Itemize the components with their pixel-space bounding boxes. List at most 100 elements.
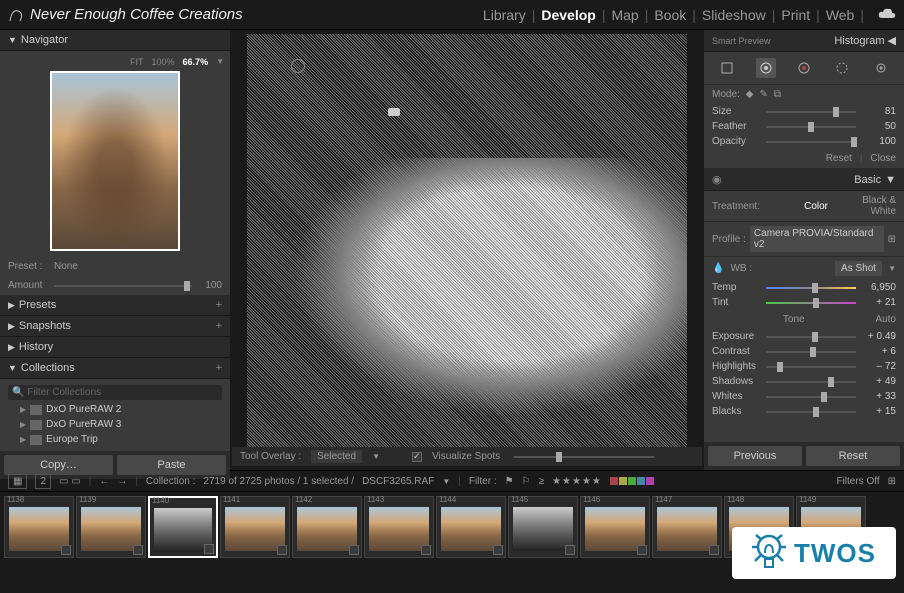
- highlights-slider[interactable]: [766, 366, 856, 368]
- zoom-fit[interactable]: FIT: [130, 57, 144, 67]
- heal-mode-icon[interactable]: ✎: [760, 89, 768, 100]
- filter-lock-icon[interactable]: ⊞: [888, 476, 896, 487]
- size-slider[interactable]: [766, 111, 856, 113]
- chevron-down-icon[interactable]: ▼: [442, 477, 450, 486]
- filmstrip-thumb[interactable]: 1141: [220, 496, 290, 558]
- filmstrip-thumb[interactable]: 1138: [4, 496, 74, 558]
- eraser-mode-icon[interactable]: ◆: [746, 89, 754, 100]
- shadows-slider[interactable]: [766, 381, 856, 383]
- treatment-color[interactable]: Color: [768, 201, 828, 212]
- mask-tool-icon[interactable]: [832, 58, 852, 78]
- paste-button[interactable]: Paste: [117, 455, 226, 475]
- treatment-bw[interactable]: Black & White: [836, 195, 896, 217]
- histogram-header[interactable]: Smart Preview Histogram ◀: [704, 30, 904, 52]
- collection-item[interactable]: ▶DxO PureRAW 2: [0, 402, 230, 417]
- cloud-sync-icon[interactable]: [878, 7, 896, 23]
- filter-collections-input[interactable]: 🔍 Filter Collections: [8, 385, 222, 400]
- amount-slider[interactable]: [54, 285, 192, 287]
- heal-spot-indicator[interactable]: [291, 59, 305, 73]
- visualize-threshold-slider[interactable]: [514, 456, 654, 458]
- left-panel: ▼ Navigator FIT 100% 66.7% ▼ Preset : No…: [0, 30, 230, 470]
- brush-reset[interactable]: Reset: [826, 153, 852, 164]
- gear-icon[interactable]: [871, 58, 891, 78]
- contrast-slider[interactable]: [766, 351, 856, 353]
- exposure-slider[interactable]: [766, 336, 856, 338]
- tint-slider[interactable]: [766, 302, 856, 304]
- copy-button[interactable]: Copy…: [4, 455, 113, 475]
- slider-value: + 49: [860, 376, 896, 387]
- filmstrip-thumb[interactable]: 1145: [508, 496, 578, 558]
- whites-slider[interactable]: [766, 396, 856, 398]
- collection-item[interactable]: ▶Europe Trip: [0, 432, 230, 447]
- source-label: Collection :: [146, 476, 195, 487]
- filmstrip-thumb[interactable]: 1142: [292, 496, 362, 558]
- snapshots-header[interactable]: ▶ Snapshots +: [0, 316, 230, 337]
- plus-icon[interactable]: +: [216, 299, 222, 311]
- history-header[interactable]: ▶ History: [0, 337, 230, 358]
- rating-filter[interactable]: ★★★★★: [552, 476, 602, 487]
- flag-pick-icon[interactable]: ⚑: [505, 476, 514, 487]
- module-map[interactable]: Map: [611, 7, 638, 23]
- temp-slider[interactable]: [766, 287, 856, 289]
- presets-header[interactable]: ▶ Presets +: [0, 295, 230, 316]
- blacks-slider[interactable]: [766, 411, 856, 413]
- plus-icon[interactable]: +: [216, 320, 222, 332]
- crop-tool-icon[interactable]: [717, 58, 737, 78]
- navigator-thumbnail[interactable]: [50, 71, 180, 251]
- filmstrip-thumb[interactable]: 1139: [76, 496, 146, 558]
- badge-icon: [709, 545, 719, 555]
- filmstrip-thumb[interactable]: 1143: [364, 496, 434, 558]
- badge-icon: [637, 545, 647, 555]
- nav-back-icon[interactable]: ←: [99, 476, 109, 487]
- amount-label: Amount: [8, 280, 48, 291]
- filmstrip-thumb[interactable]: 1144: [436, 496, 506, 558]
- plus-icon[interactable]: +: [216, 362, 222, 374]
- previous-button[interactable]: Previous: [708, 446, 802, 466]
- opacity-slider[interactable]: [766, 141, 856, 143]
- thumb-image: [585, 507, 645, 551]
- module-book[interactable]: Book: [654, 7, 686, 23]
- filmstrip-thumb[interactable]: 1146: [580, 496, 650, 558]
- feather-slider[interactable]: [766, 126, 856, 128]
- redeye-tool-icon[interactable]: [794, 58, 814, 78]
- brush-close[interactable]: Close: [870, 153, 896, 164]
- thumb-image: [81, 507, 141, 551]
- watermark-text: TWOS: [794, 538, 876, 569]
- module-library[interactable]: Library: [483, 7, 526, 23]
- zoom-custom[interactable]: 66.7%: [183, 57, 209, 67]
- profile-select[interactable]: Camera PROVIA/Standard v2: [750, 226, 884, 252]
- filters-off-label[interactable]: Filters Off: [836, 476, 879, 487]
- badge-icon: [349, 545, 359, 555]
- visualize-spots-checkbox[interactable]: [412, 452, 422, 462]
- module-slideshow[interactable]: Slideshow: [702, 7, 766, 23]
- eye-icon[interactable]: ◉: [712, 173, 722, 186]
- flag-reject-icon[interactable]: ⚐: [522, 476, 531, 487]
- collection-item[interactable]: ▶DxO PureRAW 3: [0, 417, 230, 432]
- filmstrip-thumb[interactable]: 1147: [652, 496, 722, 558]
- reset-button[interactable]: Reset: [806, 446, 900, 466]
- zoom-100[interactable]: 100%: [152, 57, 175, 67]
- module-develop[interactable]: Develop: [541, 7, 595, 23]
- layout-icons[interactable]: ▭ ▭: [59, 476, 81, 487]
- tool-overlay-mode[interactable]: Selected: [311, 450, 362, 463]
- basic-panel-header[interactable]: ◉ Basic ▼: [704, 169, 904, 191]
- clone-mode-icon[interactable]: ⧉: [774, 89, 781, 100]
- wb-select[interactable]: As Shot: [835, 261, 882, 276]
- view-index[interactable]: 2: [35, 474, 51, 489]
- profile-browser-icon[interactable]: ⊞: [888, 234, 896, 245]
- nav-forward-icon[interactable]: →: [117, 476, 127, 487]
- image-preview[interactable]: [247, 34, 687, 447]
- module-web[interactable]: Web: [826, 7, 855, 23]
- heal-tool-icon[interactable]: [756, 58, 776, 78]
- module-print[interactable]: Print: [781, 7, 810, 23]
- zoom-chevron-icon[interactable]: ▼: [216, 57, 224, 67]
- filmstrip-thumb[interactable]: 1140: [148, 496, 218, 558]
- chevron-down-icon[interactable]: ▼: [888, 264, 896, 273]
- collections-header[interactable]: ▼ Collections +: [0, 358, 230, 379]
- eyedropper-icon[interactable]: 💧: [712, 263, 724, 274]
- chevron-down-icon[interactable]: ▼: [372, 452, 380, 461]
- grid-view-icon[interactable]: ▦: [8, 474, 27, 489]
- navigator-header[interactable]: ▼ Navigator: [0, 30, 230, 51]
- auto-tone-button[interactable]: Auto: [875, 314, 896, 325]
- color-labels[interactable]: [610, 477, 654, 485]
